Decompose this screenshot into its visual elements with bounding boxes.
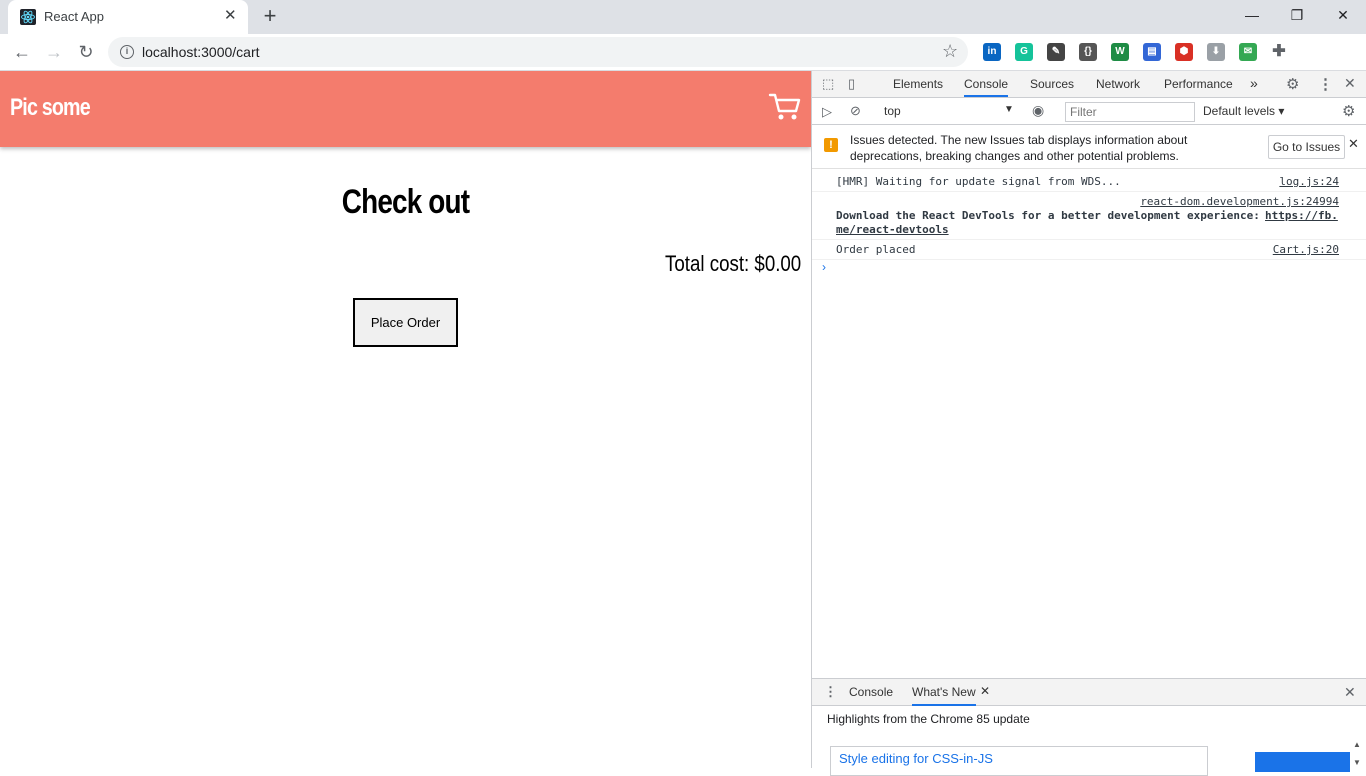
feature-card[interactable]: Style editing for CSS-in-JS xyxy=(830,746,1208,776)
tab-elements[interactable]: Elements xyxy=(893,77,943,91)
window-close-button[interactable]: ✕ xyxy=(1329,4,1357,26)
issues-close-icon[interactable]: ✕ xyxy=(1348,136,1359,152)
url-text[interactable]: localhost:3000/cart xyxy=(142,44,260,60)
page-viewport: Pic some Check out Total cost: $0.00 Pla… xyxy=(0,71,811,768)
settings-gear-icon[interactable]: ⚙ xyxy=(1286,75,1299,93)
console-settings-gear-icon[interactable]: ⚙ xyxy=(1342,102,1355,120)
restore-button[interactable]: ❐ xyxy=(1283,4,1311,26)
browser-tab[interactable]: React App ✕ xyxy=(8,0,248,34)
tab-title: React App xyxy=(44,9,104,24)
log-link[interactable]: me/react-devtools xyxy=(836,223,949,236)
console-log-row: react-dom.development.js:24994 Download … xyxy=(812,192,1366,240)
bookmark-star-icon[interactable]: ☆ xyxy=(942,41,958,62)
log-message: [HMR] Waiting for update signal from WDS… xyxy=(836,175,1121,188)
store-icon[interactable]: ▤ xyxy=(1143,43,1161,61)
feature-link[interactable]: Style editing for CSS-in-JS xyxy=(839,751,993,766)
tab-sources[interactable]: Sources xyxy=(1030,77,1074,91)
browser-toolbar: ← → ↻ i localhost:3000/cart ☆ ⋮ in G ✎ {} W ▤… xyxy=(0,34,1366,100)
wordpress-icon[interactable]: W xyxy=(1111,43,1129,61)
drawer-tab-close-icon[interactable]: ✕ xyxy=(980,684,990,698)
tab-console[interactable]: Console xyxy=(964,77,1009,97)
scroll-down-icon[interactable]: ▼ xyxy=(1353,758,1361,767)
drawer-tab-whats-new[interactable]: What's New xyxy=(912,685,976,706)
pen-tool-icon[interactable]: ✎ xyxy=(1047,43,1065,61)
clear-console-icon[interactable]: ⊘ xyxy=(850,103,861,119)
context-selector[interactable]: top xyxy=(884,104,901,118)
react-logo-icon xyxy=(20,9,36,25)
tab-strip: React App ✕ + — ❐ ✕ xyxy=(0,0,1366,34)
drawer-close-icon[interactable]: ✕ xyxy=(1344,684,1356,701)
log-source-link[interactable]: Cart.js:20 xyxy=(1273,243,1339,256)
minimize-button[interactable]: — xyxy=(1238,4,1266,26)
more-tabs-icon[interactable]: » xyxy=(1250,75,1258,91)
brand-logo-text[interactable]: Pic some xyxy=(10,94,91,122)
address-bar[interactable]: i localhost:3000/cart ☆ xyxy=(108,37,968,67)
log-message: Order placed xyxy=(836,243,916,256)
drawer-tab-console[interactable]: Console xyxy=(849,685,893,699)
promo-image xyxy=(1255,752,1350,772)
tab-network[interactable]: Network xyxy=(1096,77,1140,91)
eye-icon[interactable]: ◉ xyxy=(1032,102,1044,119)
devtools-panel: ⬚ ▯ Elements Console Sources Network Per… xyxy=(811,71,1366,776)
json-viewer-icon[interactable]: {} xyxy=(1079,43,1097,61)
whats-new-panel: Highlights from the Chrome 85 update Sty… xyxy=(812,706,1366,776)
console-log-row: [HMR] Waiting for update signal from WDS… xyxy=(812,172,1366,192)
console-prompt-icon[interactable]: › xyxy=(822,260,826,274)
whats-new-heading: Highlights from the Chrome 85 update xyxy=(827,712,1030,726)
go-to-issues-button[interactable]: Go to Issues xyxy=(1268,135,1345,159)
warning-icon: ! xyxy=(824,138,838,152)
place-order-button[interactable]: Place Order xyxy=(353,298,458,347)
grammarly-icon[interactable]: G xyxy=(1015,43,1033,61)
download-icon[interactable]: ⬇ xyxy=(1207,43,1225,61)
issues-message: Issues detected. The new Issues tab disp… xyxy=(850,133,1188,163)
shield-ext-icon[interactable]: ⬢ xyxy=(1175,43,1193,61)
devtools-tabbar: ⬚ ▯ Elements Console Sources Network Per… xyxy=(812,71,1366,98)
log-levels-dropdown[interactable]: Default levels ▾ xyxy=(1203,104,1284,118)
sidebar-toggle-icon[interactable]: ▷ xyxy=(822,104,832,120)
linkedin-icon[interactable]: in xyxy=(983,43,1001,61)
console-log-row: Order placed Cart.js:20 xyxy=(812,240,1366,260)
tab-performance[interactable]: Performance xyxy=(1164,77,1233,91)
inspect-element-icon[interactable]: ⬚ xyxy=(822,76,834,92)
log-link[interactable]: https://fb. xyxy=(1265,209,1338,222)
log-source-link[interactable]: log.js:24 xyxy=(1279,175,1339,188)
reload-icon[interactable]: ↻ xyxy=(74,40,98,64)
filter-input[interactable] xyxy=(1065,102,1195,122)
info-icon[interactable]: i xyxy=(120,45,134,59)
new-tab-button[interactable]: + xyxy=(260,5,280,27)
console-toolbar: ▷ ⊘ top ▼ ◉ Default levels ▾ ⚙ xyxy=(812,98,1366,125)
forward-arrow-icon[interactable]: → xyxy=(42,40,66,64)
devtools-menu-icon[interactable]: ⋮ xyxy=(1318,75,1333,93)
log-source-link[interactable]: react-dom.development.js:24994 xyxy=(1140,195,1339,208)
page-title: Check out xyxy=(341,183,470,221)
tab-close-icon[interactable]: ✕ xyxy=(224,8,237,24)
cart-icon[interactable] xyxy=(768,91,802,123)
total-cost: Total cost: $0.00 xyxy=(664,251,801,276)
devtools-close-icon[interactable]: ✕ xyxy=(1344,75,1356,92)
drawer-menu-icon[interactable]: ⋮ xyxy=(824,684,837,700)
log-message: Download the React DevTools for a better… xyxy=(836,209,1260,222)
drawer-tabbar: ⋮ Console What's New ✕ ✕ xyxy=(812,678,1366,706)
device-toggle-icon[interactable]: ▯ xyxy=(848,76,855,92)
scroll-up-icon[interactable]: ▲ xyxy=(1353,740,1361,749)
back-arrow-icon[interactable]: ← xyxy=(10,40,34,64)
mail-ext-icon[interactable]: ✉ xyxy=(1239,43,1257,61)
puzzle-icon[interactable]: ✚ xyxy=(1270,43,1288,61)
app-header: Pic some xyxy=(0,71,811,147)
chevron-down-icon[interactable]: ▼ xyxy=(1004,104,1014,115)
issues-banner: ! Issues detected. The new Issues tab di… xyxy=(812,126,1366,169)
